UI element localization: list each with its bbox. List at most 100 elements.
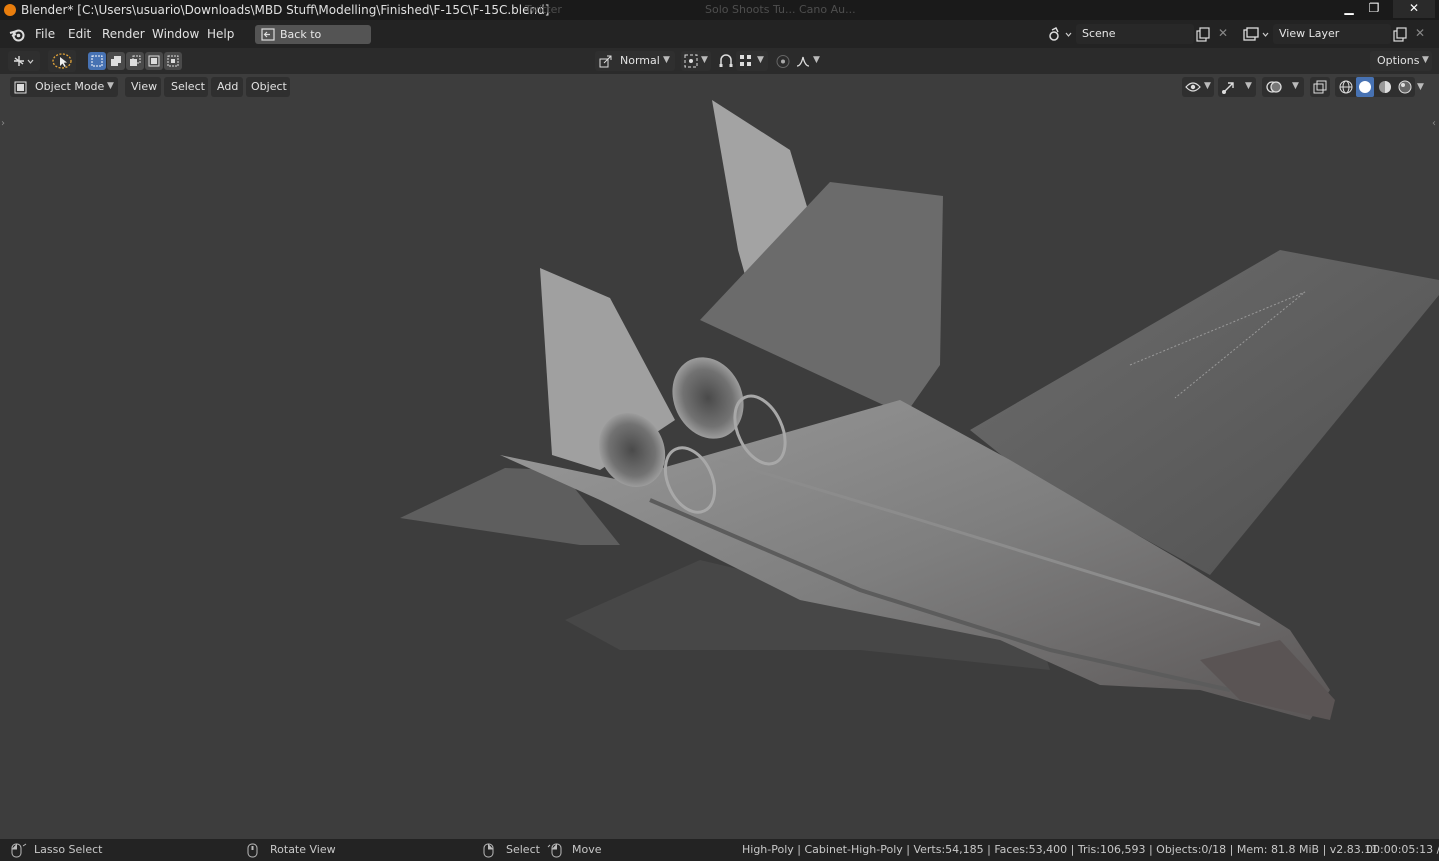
xray-toggle[interactable] <box>1310 77 1330 97</box>
select-mode-invert-button[interactable] <box>145 52 163 70</box>
add-menu-label: Add <box>217 80 239 93</box>
select-intersect-icon <box>167 55 179 67</box>
scene-icon[interactable] <box>1047 27 1073 42</box>
editor-type-button[interactable] <box>8 51 40 71</box>
view-layer-icon[interactable] <box>1243 27 1271 42</box>
rotate-view-hint: Rotate View <box>270 843 336 856</box>
f15-model-render <box>400 100 1439 720</box>
options-dropdown[interactable]: Options ▼ <box>1370 51 1432 71</box>
mouse-left-icon <box>11 843 27 858</box>
mouse-middle-icon <box>247 843 258 858</box>
delete-view-layer-icon[interactable]: ✕ <box>1415 26 1425 40</box>
active-tool-button[interactable] <box>48 50 76 72</box>
select-mode-set-button[interactable] <box>88 52 106 70</box>
chevron-down-icon: ▼ <box>1292 81 1299 91</box>
viewport-menu-view[interactable]: View <box>125 77 161 97</box>
eye-icon <box>1185 82 1201 92</box>
playback-time: 00:00:05:13 / <box>1366 843 1439 856</box>
back-icon <box>261 28 275 41</box>
overlays-icon <box>1266 81 1282 93</box>
window-titlebar: Blender* [C:\Users\usuario\Downloads\MBD… <box>0 0 1439 20</box>
select-mode-subtract-button[interactable] <box>126 52 144 70</box>
close-button[interactable]: ✕ <box>1393 0 1435 18</box>
object-menu-label: Object <box>251 80 287 93</box>
status-bar: Lasso Select Rotate View Select Move Hig… <box>0 839 1439 861</box>
object-mode-icon <box>14 81 27 94</box>
select-hint: Select <box>506 843 540 856</box>
solid-shading-icon <box>1359 81 1371 93</box>
select-mode-extend-button[interactable] <box>107 52 125 70</box>
chevron-down-icon: ▼ <box>663 55 670 65</box>
sidebar-expand-icon[interactable]: ‹ <box>1432 118 1436 129</box>
delete-scene-icon[interactable]: ✕ <box>1218 26 1228 40</box>
restore-button[interactable]: ❐ <box>1364 0 1384 18</box>
overlays-dropdown[interactable]: ▼ <box>1262 77 1304 97</box>
proportional-editing-icon[interactable] <box>775 54 791 69</box>
snap-increment-icon <box>740 55 751 66</box>
snap-target-dropdown[interactable]: ▼ <box>736 51 768 71</box>
select-mode-intersect-button[interactable] <box>164 52 182 70</box>
3d-viewport[interactable]: Object Mode ▼ View Select Add Object ▼ ▼… <box>0 74 1439 839</box>
move-hint: Move <box>572 843 602 856</box>
toolbar-expand-icon[interactable]: › <box>1 118 5 129</box>
pivot-point-dropdown[interactable]: ▼ <box>681 51 711 71</box>
orientation-label: Normal <box>620 54 660 67</box>
xray-icon <box>1313 80 1327 94</box>
select-set-icon <box>91 55 103 67</box>
lasso-select-hint: Lasso Select <box>34 843 103 856</box>
view-layer-name: View Layer <box>1279 27 1340 40</box>
mouse-right-icon <box>483 843 494 858</box>
rendered-shading-icon[interactable] <box>1397 79 1413 95</box>
menu-render[interactable]: Render <box>102 27 145 41</box>
object-visibility-dropdown[interactable]: ▼ <box>1182 77 1214 97</box>
minimize-button[interactable]: ▁ <box>1339 0 1359 18</box>
new-scene-icon[interactable] <box>1196 27 1211 42</box>
viewport-editor-icon <box>14 56 34 66</box>
viewport-menu-object[interactable]: Object <box>246 77 290 97</box>
viewport-menu-add[interactable]: Add <box>211 77 243 97</box>
blender-menu-icon[interactable] <box>9 27 26 42</box>
view-layer-field[interactable]: View Layer <box>1273 24 1391 44</box>
shading-mode-group <box>1335 77 1415 97</box>
background-tab: Solo Shoots Tu... Cano Au... <box>705 3 856 16</box>
tool-settings-header: Normal ▼ ▼ ▼ ▼ Options ▼ <box>0 48 1439 74</box>
view-menu-label: View <box>131 80 158 93</box>
menu-help[interactable]: Help <box>207 27 234 41</box>
shading-options-chevron-icon[interactable]: ▼ <box>1417 82 1424 92</box>
scene-field[interactable]: Scene <box>1076 24 1194 44</box>
scene-statistics: High-Poly | Cabinet-High-Poly | Verts:54… <box>742 843 1379 856</box>
background-tab: Twitter <box>525 3 562 16</box>
falloff-curve-icon <box>796 56 810 67</box>
orientation-icon <box>599 55 612 68</box>
options-label: Options <box>1377 54 1420 67</box>
window-title: Blender* [C:\Users\usuario\Downloads\MBD… <box>21 3 550 17</box>
chevron-down-icon: ▼ <box>1204 81 1211 91</box>
scene-name: Scene <box>1082 27 1116 40</box>
select-subtract-icon <box>130 55 141 66</box>
select-invert-icon <box>148 55 160 67</box>
snap-icon[interactable] <box>718 54 734 69</box>
proportional-falloff-dropdown[interactable]: ▼ <box>794 51 824 71</box>
new-view-layer-icon[interactable] <box>1393 27 1408 42</box>
gizmo-dropdown[interactable]: ▼ <box>1218 77 1256 97</box>
chevron-down-icon: ▼ <box>701 55 708 65</box>
viewport-menu-select[interactable]: Select <box>164 77 208 97</box>
transform-orientation-dropdown[interactable]: Normal ▼ <box>595 51 675 71</box>
material-shading-icon[interactable] <box>1377 79 1393 95</box>
chevron-down-icon: ▼ <box>1422 55 1429 65</box>
menu-window[interactable]: Window <box>152 27 199 41</box>
top-menubar: File Edit Render Window Help Back to Pre… <box>0 20 1439 60</box>
chevron-down-icon: ▼ <box>757 55 764 65</box>
select-extend-icon <box>111 56 121 66</box>
chevron-down-icon: ▼ <box>1245 81 1252 91</box>
menu-edit[interactable]: Edit <box>68 27 91 41</box>
blender-logo-icon <box>4 4 16 16</box>
object-mode-dropdown[interactable]: Object Mode ▼ <box>10 77 118 97</box>
solid-shading-active[interactable] <box>1356 77 1374 97</box>
back-to-previous-button[interactable]: Back to Previous <box>255 25 371 60</box>
menu-file[interactable]: File <box>35 27 55 41</box>
gizmo-icon <box>1222 82 1234 94</box>
select-menu-label: Select <box>171 80 205 93</box>
chevron-down-icon: ▼ <box>813 55 820 65</box>
wireframe-shading-icon[interactable] <box>1338 79 1354 95</box>
